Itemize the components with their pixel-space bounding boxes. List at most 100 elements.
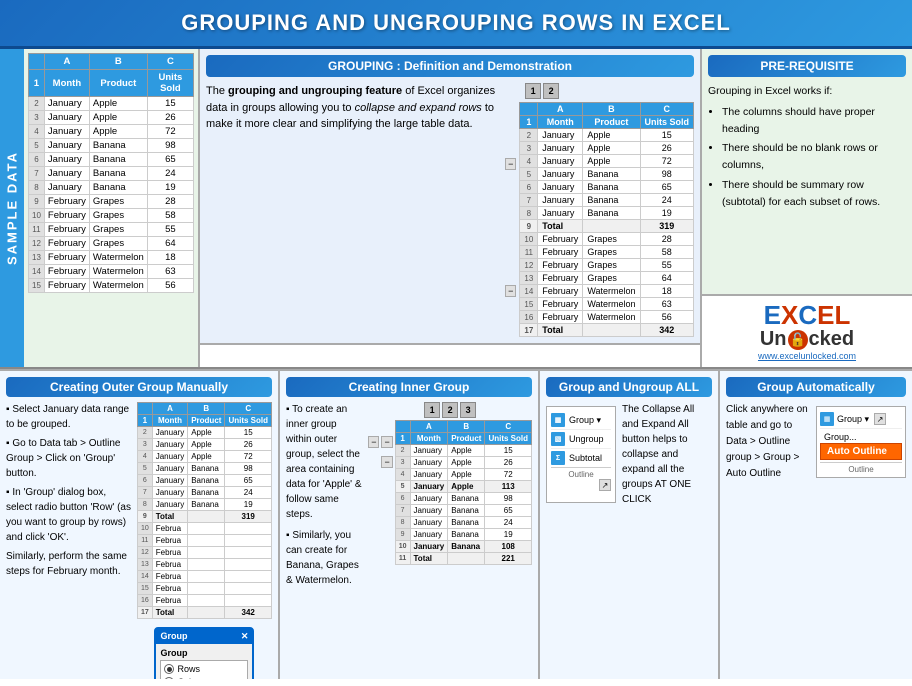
prereq-intro: Grouping in Excel works if: [708, 85, 832, 97]
unlocked-text: Un🔓cked [760, 328, 854, 351]
demo-col-num [520, 103, 538, 116]
demo-cell-units: 98 [640, 168, 694, 181]
collapse-feb-btn[interactable]: − [505, 285, 516, 297]
mini-row-num: 17 [137, 607, 152, 619]
cell-month: February [44, 279, 89, 293]
inner-mini-cell-product: Apple [448, 469, 485, 481]
mini-cell-units [225, 535, 272, 547]
inner-group-text: To create an inner group within outer gr… [286, 402, 364, 588]
demo-row-num: 16 [520, 311, 538, 324]
inner-mini-cell-month: January [410, 505, 448, 517]
level-2-btn[interactable]: 2 [543, 83, 559, 99]
sample-table-container: A B C 1 Month Product Units Sold 2 Janua… [24, 49, 198, 367]
inner-level-1[interactable]: 1 [424, 402, 440, 418]
demo-cell-product: Grapes [583, 272, 640, 285]
cell-product: Grapes [89, 195, 147, 209]
inner-mini-cell-units: 72 [485, 469, 532, 481]
demo-cell-units: 26 [640, 142, 694, 155]
collapse-jan-btn[interactable]: − [505, 158, 516, 170]
auto-group-label[interactable]: Group ▾ [837, 414, 869, 425]
inner-mini-cell-units: 26 [485, 457, 532, 469]
inner-mini-row-num: 9 [395, 529, 410, 541]
outer-group-visual: A B C 1 Month Product Units Sold [137, 402, 272, 679]
mini-row-num: 14 [137, 571, 152, 583]
group-menu-item[interactable]: Group... [820, 431, 902, 443]
prereq-list: The columns should have proper heading T… [708, 104, 906, 211]
auto-group-expand[interactable]: ↗ [874, 413, 886, 425]
mini-header-month: Month [152, 415, 187, 427]
mini-cell-product: Banana [188, 475, 225, 487]
inner-step-1: To create an inner group within outer gr… [286, 402, 364, 522]
mini-row-num: 16 [137, 595, 152, 607]
dialog-close-btn[interactable]: ✕ [241, 631, 249, 642]
excel-url[interactable]: www.excelunlocked.com [758, 351, 856, 361]
inner-level-2[interactable]: 2 [442, 402, 458, 418]
demo-table-row: 8 January Banana 19 [520, 207, 694, 220]
mini-cell-month: January [152, 451, 187, 463]
outer-mini-table: A B C 1 Month Product Units Sold [137, 402, 272, 619]
cell-product: Apple [89, 97, 147, 111]
inner-mini-table-row: 3 January Apple 26 [395, 457, 531, 469]
demo-cell-units: 72 [640, 155, 694, 168]
demo-cell-units: 18 [640, 285, 694, 298]
radio-rows[interactable]: Rows [164, 664, 244, 674]
demo-cell-product: Grapes [583, 246, 640, 259]
inner-group-title: Creating Inner Group [286, 377, 532, 397]
columns-radio-circle[interactable] [164, 677, 174, 679]
cell-month: January [44, 167, 89, 181]
inner-mini-cell-product [448, 553, 485, 565]
group-label[interactable]: Group ▾ [569, 415, 601, 426]
mini-cell-month: Total [152, 511, 187, 523]
cell-units: 15 [147, 97, 193, 111]
inner-mini-row-num: 2 [395, 445, 410, 457]
inner-collapse-banana-btn[interactable]: − [381, 456, 392, 468]
outer-group-content: Select January data range to be grouped.… [6, 402, 272, 679]
inner-header-month: Month [410, 433, 448, 445]
demo-header-month: Month [538, 116, 583, 129]
mini-row-num: 3 [137, 439, 152, 451]
mini-header-units: Units Sold [225, 415, 272, 427]
inner-level-3[interactable]: 3 [460, 402, 476, 418]
ungroup-label[interactable]: Ungroup [569, 434, 604, 444]
table-row: 8 January Banana 19 [29, 181, 194, 195]
sample-data-label: SAMPLE DATA [0, 49, 24, 367]
inner-collapse-outer-btn[interactable]: − [368, 436, 379, 448]
un-text: Un [760, 328, 787, 351]
row-num: 11 [29, 223, 45, 237]
demo-col-b: B [583, 103, 640, 116]
mini-cell-product [188, 511, 225, 523]
demo-cell-units: 56 [640, 311, 694, 324]
outline-arrow[interactable]: ↗ [599, 479, 611, 491]
table-row: 4 January Apple 72 [29, 125, 194, 139]
demo-row-1: 1 [520, 116, 538, 129]
inner-collapse-apple-btn[interactable]: − [381, 436, 392, 448]
mini-cell-product: Apple [188, 439, 225, 451]
demo-table-row: 12 February Grapes 55 [520, 259, 694, 272]
demo-cell-month: January [538, 129, 583, 142]
mini-cell-units [225, 559, 272, 571]
group-row: ▦ Group ▾ [551, 411, 611, 430]
demo-row-num: 3 [520, 142, 538, 155]
inner-demo: 1 2 3 − − − [368, 402, 532, 588]
row-num: 15 [29, 279, 45, 293]
table-row: 13 February Watermelon 18 [29, 251, 194, 265]
mini-cell-month: January [152, 439, 187, 451]
dialog-title-text: Group [160, 631, 187, 642]
cell-units: 98 [147, 139, 193, 153]
cell-units: 65 [147, 153, 193, 167]
definition-section: GROUPING : Definition and Demonstration … [200, 49, 700, 345]
auto-outline-item[interactable]: Auto Outline [820, 443, 902, 460]
auto-outline-label: Outline [820, 462, 902, 474]
auto-group-menu-item: Group... Auto Outline [820, 429, 902, 462]
table-row: 11 February Grapes 55 [29, 223, 194, 237]
outer-group-text: Select January data range to be grouped.… [6, 402, 133, 679]
subtotal-label[interactable]: Subtotal [569, 453, 602, 463]
demo-cell-units: 319 [640, 220, 694, 233]
demo-cell-month: February [538, 285, 583, 298]
outline-label: Outline [551, 467, 611, 479]
rows-radio-circle[interactable] [164, 664, 174, 674]
level-1-btn[interactable]: 1 [525, 83, 541, 99]
sample-data-panel: SAMPLE DATA A B C 1 Month Product [0, 49, 200, 367]
inner-mini-cell-units: 15 [485, 445, 532, 457]
radio-columns[interactable]: Columns [164, 677, 244, 679]
